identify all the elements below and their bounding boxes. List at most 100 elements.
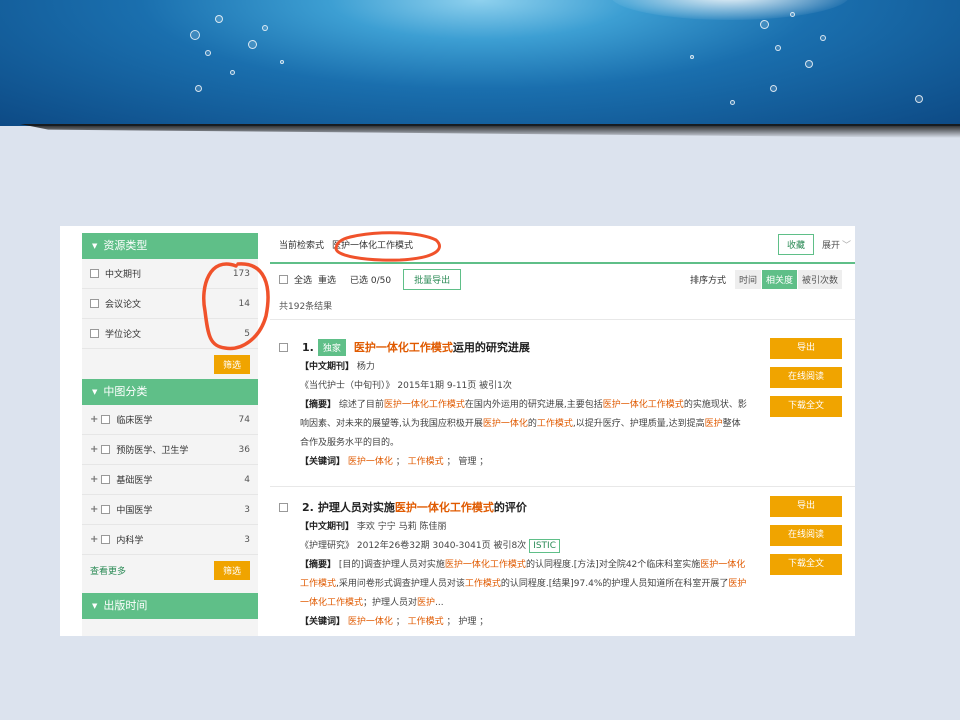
sort-by-relevance[interactable]: 相关度 bbox=[761, 269, 797, 289]
download-fulltext-button[interactable]: 下载全文 bbox=[770, 554, 842, 575]
bubble bbox=[262, 25, 268, 31]
abstract-text: ；护理人员对 bbox=[363, 598, 418, 608]
filter-button-row: 筛选 bbox=[82, 349, 258, 379]
filter-item-chinese-med[interactable]: + 中国医学 3 bbox=[82, 495, 258, 525]
keyword-link[interactable]: 工作模式 bbox=[408, 457, 444, 467]
expand-link[interactable]: 展开 bbox=[822, 238, 840, 251]
checkbox[interactable] bbox=[90, 329, 99, 338]
checkbox[interactable] bbox=[101, 415, 111, 424]
record-title[interactable]: 1. 独家 医护一体化工作模式 运用的研究进展 bbox=[270, 336, 855, 358]
record-source[interactable]: 《当代护士（中旬刊）》 2015年1期 9-11页 被引1次 bbox=[270, 377, 748, 396]
keyword-link[interactable]: 工作模式 bbox=[408, 617, 444, 627]
export-button[interactable]: 导出 bbox=[770, 496, 842, 517]
see-more-link[interactable]: 查看更多 bbox=[90, 564, 126, 577]
select-all-label[interactable]: 全选 bbox=[294, 273, 312, 286]
read-online-button[interactable]: 在线阅读 bbox=[770, 367, 842, 388]
filter-item-clinical[interactable]: + 临床医学 74 bbox=[82, 405, 258, 435]
checkbox[interactable] bbox=[101, 445, 111, 454]
abstract-highlight: 工作模式 bbox=[536, 419, 573, 429]
bubble bbox=[195, 85, 202, 92]
results-main: 当前检索式 医护一体化工作模式 收藏 展开 ﹀ 全选 重选 已选 0/50 批量… bbox=[270, 226, 855, 636]
abstract-text: 在国内外运用的研究进展,主要包括 bbox=[464, 400, 603, 410]
checkbox[interactable] bbox=[101, 475, 111, 484]
query-label: 当前检索式 bbox=[279, 240, 325, 251]
abstract-text: 综述了目前 bbox=[338, 400, 384, 410]
keywords-label: 【关键词】 bbox=[300, 617, 346, 627]
title-highlight[interactable]: 医护一体化工作模式 bbox=[395, 499, 494, 515]
resource-type-header[interactable]: ▼ 资源类型 bbox=[82, 233, 258, 259]
section-title: 资源类型 bbox=[103, 239, 148, 252]
checkbox[interactable] bbox=[90, 299, 99, 308]
filter-button[interactable]: 筛选 bbox=[213, 560, 250, 580]
filter-item-basic[interactable]: + 基础医学 4 bbox=[82, 465, 258, 495]
filter-item-internal[interactable]: + 内科学 3 bbox=[82, 525, 258, 555]
filter-item-conference[interactable]: 会议论文 14 bbox=[82, 289, 258, 319]
expand-plus-icon[interactable]: + bbox=[90, 444, 98, 455]
bubble bbox=[280, 60, 284, 64]
abstract-highlight: 医护一体化工作模式 bbox=[444, 560, 526, 570]
abstract-highlight: 医护一体化 bbox=[482, 419, 528, 429]
title-text[interactable]: 护理人员对实施 bbox=[318, 499, 395, 515]
title-text[interactable]: 运用的研究进展 bbox=[453, 339, 530, 355]
checkbox[interactable] bbox=[101, 505, 111, 514]
pub-time-header[interactable]: ▼ 出版时间 bbox=[82, 593, 258, 619]
abstract-text: ,采用问卷形式调查护理人员对该 bbox=[336, 579, 465, 589]
expand-plus-icon[interactable]: + bbox=[90, 534, 98, 545]
collect-button[interactable]: 收藏 bbox=[777, 233, 814, 255]
select-all-checkbox[interactable] bbox=[279, 274, 288, 284]
expand-plus-icon[interactable]: + bbox=[90, 504, 98, 515]
keywords-label: 【关键词】 bbox=[300, 457, 346, 467]
read-online-button[interactable]: 在线阅读 bbox=[770, 525, 842, 546]
filter-count: 173 bbox=[232, 268, 250, 279]
download-fulltext-button[interactable]: 下载全文 bbox=[770, 396, 842, 417]
keyword-link[interactable]: 护理 bbox=[458, 617, 476, 627]
keyword-link[interactable]: 医护一体化 bbox=[348, 617, 393, 627]
chevron-down-icon[interactable]: ﹀ bbox=[842, 238, 851, 251]
filter-label: 基础医学 bbox=[116, 476, 153, 486]
record-checkbox[interactable] bbox=[279, 502, 288, 512]
bubble bbox=[770, 85, 777, 92]
record-checkbox[interactable] bbox=[279, 342, 288, 352]
filter-item-thesis[interactable]: 学位论文 5 bbox=[82, 319, 258, 349]
keyword-link[interactable]: 管理 bbox=[458, 457, 476, 467]
expand-plus-icon[interactable]: + bbox=[90, 414, 98, 425]
filter-button[interactable]: 筛选 bbox=[213, 354, 250, 374]
sort-by-time[interactable]: 时间 bbox=[734, 269, 761, 289]
title-highlight[interactable]: 医护一体化工作模式 bbox=[354, 339, 453, 355]
reselect-link[interactable]: 重选 bbox=[318, 273, 336, 286]
record-type-line: 【中文期刊】 杨力 bbox=[270, 358, 748, 377]
record-title[interactable]: 2. 护理人员对实施 医护一体化工作模式 的评价 bbox=[270, 496, 855, 518]
title-text[interactable]: 的评价 bbox=[494, 499, 527, 515]
bubble bbox=[248, 40, 257, 49]
bubble bbox=[775, 45, 781, 51]
abstract-highlight: 医护一体化工作模式 bbox=[602, 400, 684, 410]
record-authors[interactable]: 杨力 bbox=[357, 362, 375, 372]
bubble bbox=[205, 50, 211, 56]
clc-header[interactable]: ▼ 中图分类 bbox=[82, 379, 258, 405]
sort-by-citations[interactable]: 被引次数 bbox=[797, 269, 842, 289]
record-type-line: 【中文期刊】 李欢 宁宁 马莉 陈佳丽 bbox=[270, 518, 748, 537]
record-authors[interactable]: 李欢 宁宁 马莉 陈佳丽 bbox=[357, 522, 447, 532]
record-divider bbox=[270, 486, 855, 487]
sort-options: 排序方式 时间 相关度 被引次数 bbox=[690, 269, 842, 289]
record-index: 1. bbox=[302, 340, 314, 354]
query-value[interactable]: 医护一体化工作模式 bbox=[332, 238, 778, 251]
filter-item-journal[interactable]: 中文期刊 173 bbox=[82, 259, 258, 289]
filter-item-preventive[interactable]: + 预防医学、卫生学 36 bbox=[82, 435, 258, 465]
record-source[interactable]: 《护理研究》 2012年26卷32期 3040-3041页 被引8次 bbox=[300, 541, 526, 551]
type-label: 【中文期刊】 bbox=[300, 522, 355, 532]
bubble bbox=[805, 60, 813, 68]
filter-label: 中国医学 bbox=[116, 506, 153, 516]
filter-label: 内科学 bbox=[116, 536, 144, 546]
exclusive-badge: 独家 bbox=[317, 338, 346, 356]
type-label: 【中文期刊】 bbox=[300, 362, 355, 372]
keyword-link[interactable]: 医护一体化 bbox=[348, 457, 393, 467]
export-button[interactable]: 导出 bbox=[770, 338, 842, 359]
abstract-highlight: 医护 bbox=[417, 598, 436, 608]
abstract-highlight: 医护一体化工作模式 bbox=[383, 400, 465, 410]
collapse-triangle-icon: ▼ bbox=[92, 602, 98, 610]
batch-export-button[interactable]: 批量导出 bbox=[403, 268, 462, 290]
expand-plus-icon[interactable]: + bbox=[90, 474, 98, 485]
checkbox[interactable] bbox=[90, 269, 99, 278]
checkbox[interactable] bbox=[101, 535, 111, 544]
